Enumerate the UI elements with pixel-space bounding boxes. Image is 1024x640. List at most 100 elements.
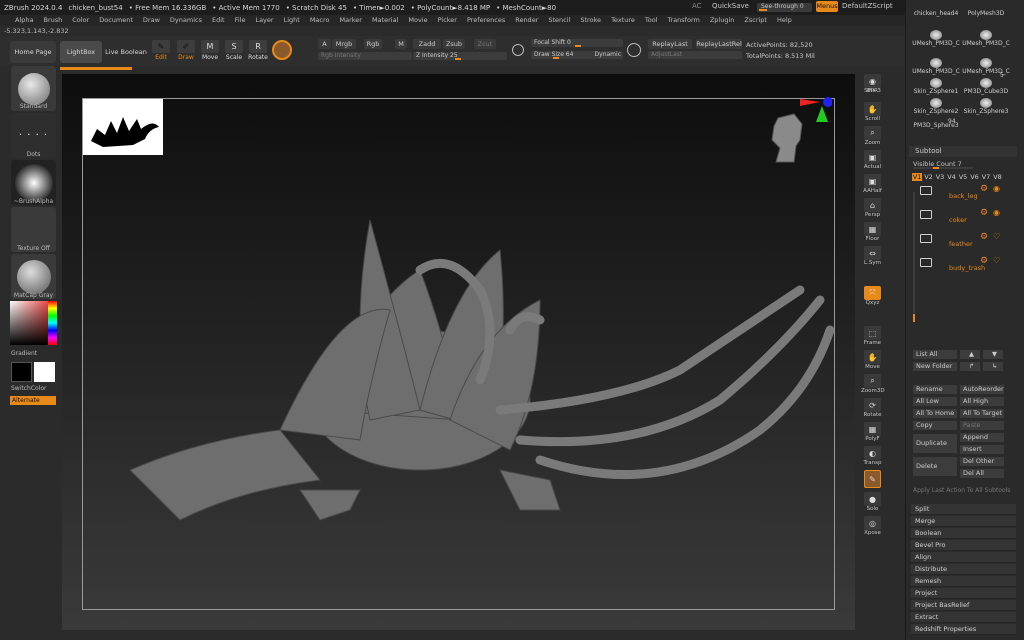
version-tab-v8[interactable]: V8 — [993, 173, 1003, 181]
tool-thumb-t9[interactable]: Skin_ZSphere2 — [912, 98, 960, 115]
menu-stroke[interactable]: Stroke — [575, 15, 606, 26]
menu-alpha[interactable]: Alpha — [10, 15, 38, 26]
menu-draw[interactable]: Draw — [138, 15, 165, 26]
tool-thumb-t8[interactable]: PM3D_Cube3D — [962, 78, 1010, 95]
zoom3d-button[interactable]: ⌕ Zoom3D — [861, 374, 885, 394]
scale-button[interactable]: S Scale — [223, 40, 245, 61]
section-boolean[interactable]: Boolean — [911, 528, 1016, 539]
draw-size-slider[interactable]: Draw Size 64 Dynamic — [531, 51, 623, 59]
lasso-icon[interactable]: ✎ — [861, 470, 884, 488]
move-button[interactable]: M Move — [199, 40, 221, 61]
menu-help[interactable]: Help — [772, 15, 797, 26]
tool-thumb-t10[interactable]: Skin_ZSphere3 — [962, 98, 1010, 115]
arrow-right-down-icon[interactable]: ↳ — [983, 362, 1003, 371]
menu-marker[interactable]: Marker — [334, 15, 366, 26]
version-tab-v3[interactable]: V3 — [935, 173, 945, 181]
section-split[interactable]: Split — [911, 504, 1016, 515]
menu-texture[interactable]: Texture — [606, 15, 640, 26]
zcut-button[interactable]: Zcut — [474, 39, 496, 49]
insert-button[interactable]: Insert — [960, 445, 1004, 454]
version-tab-v1[interactable]: V1 — [912, 173, 922, 181]
live-boolean-button[interactable]: Live Boolean — [104, 41, 148, 63]
del-all-button[interactable]: Del All — [960, 469, 1004, 478]
section-project-basrelief[interactable]: Project BasRelief — [911, 600, 1016, 611]
stroke-s-icon[interactable] — [512, 44, 524, 56]
eye-icon[interactable]: ◉ — [993, 184, 1000, 193]
append-button[interactable]: Append — [960, 433, 1004, 442]
menu-layer[interactable]: Layer — [250, 15, 278, 26]
version-tab-v6[interactable]: V6 — [970, 173, 980, 181]
tool-thumb-t3[interactable]: UMesh_PM3D_C — [912, 30, 960, 47]
tool-thumb-t2[interactable]: PolyMesh3D — [962, 10, 1010, 17]
quicksave-button[interactable]: QuickSave — [712, 2, 749, 10]
menu-zplugin[interactable]: Zplugin — [705, 15, 740, 26]
gear-icon[interactable]: ⚙ — [980, 256, 988, 266]
tool-thumb-t7[interactable]: Skin_ZSphere1 — [912, 78, 960, 95]
menu-document[interactable]: Document — [94, 15, 138, 26]
rotate-button[interactable]: ⟳ Rotate — [861, 398, 884, 418]
tool-thumb-t5[interactable]: UMesh_PM3D_C — [912, 58, 960, 75]
zadd-button[interactable]: Zadd — [413, 39, 441, 49]
section-extract[interactable]: Extract — [911, 612, 1016, 623]
menus-button[interactable]: Menus — [816, 1, 838, 12]
visible-count-slider[interactable] — [913, 167, 973, 169]
axis-gizmo-icon[interactable] — [800, 96, 833, 132]
menu-render[interactable]: Render — [510, 15, 543, 26]
subtool-row[interactable]: feather ⚙ ♡ — [914, 230, 1008, 250]
m-button[interactable]: M — [395, 39, 407, 49]
menu-transform[interactable]: Transform — [663, 15, 705, 26]
xpose-button[interactable]: ◎ Xpose — [861, 516, 884, 536]
menu-zscript[interactable]: Zscript — [739, 15, 772, 26]
menu-preferences[interactable]: Preferences — [462, 15, 510, 26]
actual-button[interactable]: ▣ Actual — [861, 150, 884, 170]
main-color-swatch[interactable] — [11, 362, 32, 382]
edit-button[interactable]: ✎ Edit — [150, 40, 172, 61]
dynamic-toggle[interactable]: Dynamic — [595, 51, 621, 59]
mrgb-button[interactable]: Mrgb — [332, 39, 356, 49]
menu-picker[interactable]: Picker — [433, 15, 462, 26]
replay-last-button[interactable]: ReplayLast — [648, 39, 692, 49]
rgb-button[interactable]: Rgb — [364, 39, 382, 49]
menu-color[interactable]: Color — [67, 15, 94, 26]
menu-edit[interactable]: Edit — [207, 15, 230, 26]
gear-icon[interactable]: ⚙ — [980, 232, 988, 242]
menu-dynamics[interactable]: Dynamics — [165, 15, 207, 26]
section-align[interactable]: Align — [911, 552, 1016, 563]
subtool-header[interactable]: Subtool — [909, 146, 1017, 157]
all-to-home-button[interactable]: All To Home — [913, 409, 957, 418]
tool-thumb-t4[interactable]: UMesh_PM3D_C — [962, 30, 1010, 47]
menu-light[interactable]: Light — [279, 15, 305, 26]
rgb-intensity-slider[interactable]: Rgb Intensity — [318, 52, 412, 60]
menu-material[interactable]: Material — [367, 15, 403, 26]
move-button[interactable]: ✋ Move — [861, 350, 884, 370]
home-page-button[interactable]: Home Page — [10, 41, 56, 63]
lsym-button[interactable]: ⇔ L.Sym — [861, 246, 884, 266]
move-down-icon[interactable]: ▼ — [983, 350, 1003, 359]
all-to-target-button[interactable]: All To Target — [960, 409, 1004, 418]
delete-button[interactable]: Delete — [913, 457, 957, 476]
section-redshift-properties[interactable]: Redshift Properties — [911, 624, 1016, 635]
transp-button[interactable]: ◐ Transp — [861, 446, 884, 466]
copy-button[interactable]: Copy — [913, 421, 957, 430]
default-zscript-button[interactable]: DefaultZScript — [842, 2, 893, 10]
move-up-icon[interactable]: ▲ — [960, 350, 980, 359]
auto-reorder-button[interactable]: AutoReorder — [960, 385, 1004, 394]
menu-stencil[interactable]: Stencil — [543, 15, 575, 26]
z-intensity-slider[interactable]: Z Intensity 25 — [413, 52, 507, 60]
solo-button[interactable]: ● Solo — [861, 492, 884, 512]
hue-strip[interactable] — [48, 301, 57, 345]
eye-icon[interactable]: ♡ — [993, 232, 1000, 241]
menu-file[interactable]: File — [230, 15, 251, 26]
gear-icon[interactable]: ⚙ — [980, 208, 988, 218]
version-tab-v7[interactable]: V7 — [981, 173, 991, 181]
xyz-button[interactable]: ⤧ Qxyz — [861, 286, 884, 306]
zoom-button[interactable]: ⌕ Zoom — [861, 126, 884, 146]
menu-tool[interactable]: Tool — [640, 15, 663, 26]
aahalf-button[interactable]: ▣ AAHalf — [861, 174, 884, 194]
material-swatch-icon[interactable] — [272, 40, 292, 60]
stroke-d-icon[interactable] — [627, 43, 641, 57]
spix-button[interactable]: SPix 3 — [861, 88, 884, 94]
eye-icon[interactable]: ◉ — [993, 208, 1000, 217]
section-remesh[interactable]: Remesh — [911, 576, 1016, 587]
rotate-button[interactable]: R Rotate — [247, 40, 269, 61]
